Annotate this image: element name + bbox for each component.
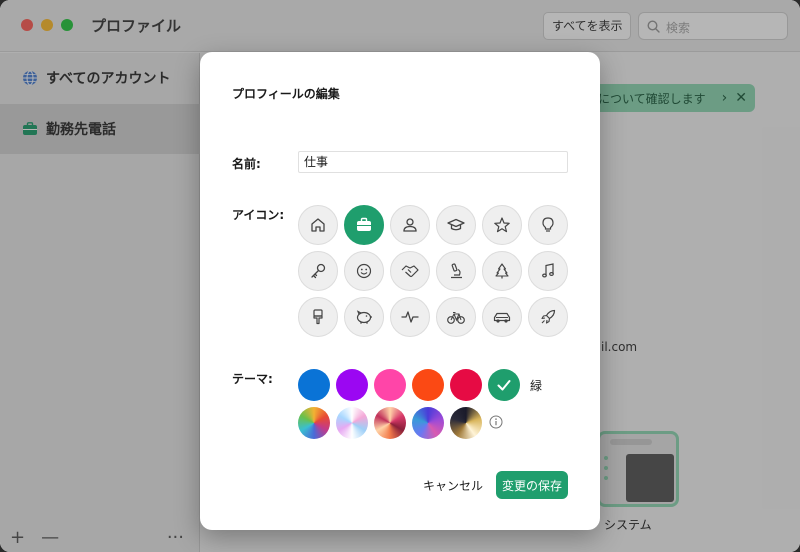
icon-option-star[interactable]: [482, 205, 522, 245]
icon-option-briefcase[interactable]: [344, 205, 384, 245]
rocket-icon: [541, 309, 556, 324]
name-label: 名前:: [232, 157, 261, 171]
edit-profile-dialog: プロフィールの編集 名前: 仕事 アイコン: テーマ: 緑 キャンセル 変更の保…: [200, 52, 600, 530]
theme-color-blue[interactable]: [298, 369, 330, 401]
icon-option-paintbrush[interactable]: [298, 297, 338, 337]
icon-option-smiley[interactable]: [344, 251, 384, 291]
microscope-icon: [451, 263, 462, 279]
theme-gradient-pastel[interactable]: [336, 407, 368, 439]
graduation-cap-icon: [447, 218, 465, 231]
icon-option-music-note[interactable]: [528, 251, 568, 291]
checkmark-icon: [497, 380, 511, 391]
theme-gradient-rainbow[interactable]: [298, 407, 330, 439]
icon-option-piggy-bank[interactable]: [344, 297, 384, 337]
theme-label: テーマ:: [232, 372, 273, 386]
profile-name-input[interactable]: 仕事: [298, 151, 568, 173]
icon-label: アイコン:: [232, 208, 285, 222]
icon-option-key[interactable]: [298, 251, 338, 291]
icon-option-microscope[interactable]: [436, 251, 476, 291]
icon-option-pulse[interactable]: [390, 297, 430, 337]
icon-option-person[interactable]: [390, 205, 430, 245]
theme-gradient-sunset[interactable]: [374, 407, 406, 439]
key-icon: [311, 263, 326, 279]
save-changes-button[interactable]: 変更の保存: [496, 471, 568, 499]
icon-option-lightbulb[interactable]: [528, 205, 568, 245]
cancel-button[interactable]: キャンセル: [414, 471, 492, 499]
handshake-icon: [401, 265, 419, 278]
icon-option-handshake[interactable]: [390, 251, 430, 291]
tree-icon: [495, 263, 509, 279]
icon-option-car[interactable]: [482, 297, 522, 337]
icon-option-rocket[interactable]: [528, 297, 568, 337]
paintbrush-icon: [313, 309, 323, 325]
smiley-icon: [356, 263, 372, 279]
pulse-icon: [401, 311, 419, 323]
theme-color-purple[interactable]: [336, 369, 368, 401]
star-icon: [494, 217, 510, 233]
icon-option-tree[interactable]: [482, 251, 522, 291]
bicycle-icon: [447, 311, 465, 324]
theme-color-red[interactable]: [450, 369, 482, 401]
icon-option-house[interactable]: [298, 205, 338, 245]
theme-color-green[interactable]: [488, 369, 520, 401]
dialog-title: プロフィールの編集: [232, 87, 340, 101]
briefcase-icon: [357, 217, 371, 231]
person-icon: [403, 218, 417, 232]
theme-gradient-violet[interactable]: [412, 407, 444, 439]
piggy-bank-icon: [356, 310, 372, 324]
profiles-window: プロファイル すべてを表示 検索 すべてのアカウント 勤務先電話 + — ···…: [0, 0, 800, 552]
info-icon[interactable]: [489, 415, 503, 429]
theme-color-pink[interactable]: [374, 369, 406, 401]
icon-option-graduation-cap[interactable]: [436, 205, 476, 245]
car-icon: [493, 312, 511, 323]
house-icon: [311, 218, 325, 232]
theme-color-orange[interactable]: [412, 369, 444, 401]
selected-theme-name: 緑: [530, 379, 543, 393]
icon-option-bicycle[interactable]: [436, 297, 476, 337]
lightbulb-icon: [542, 217, 554, 232]
music-note-icon: [542, 263, 554, 278]
theme-gradient-gold[interactable]: [450, 407, 482, 439]
